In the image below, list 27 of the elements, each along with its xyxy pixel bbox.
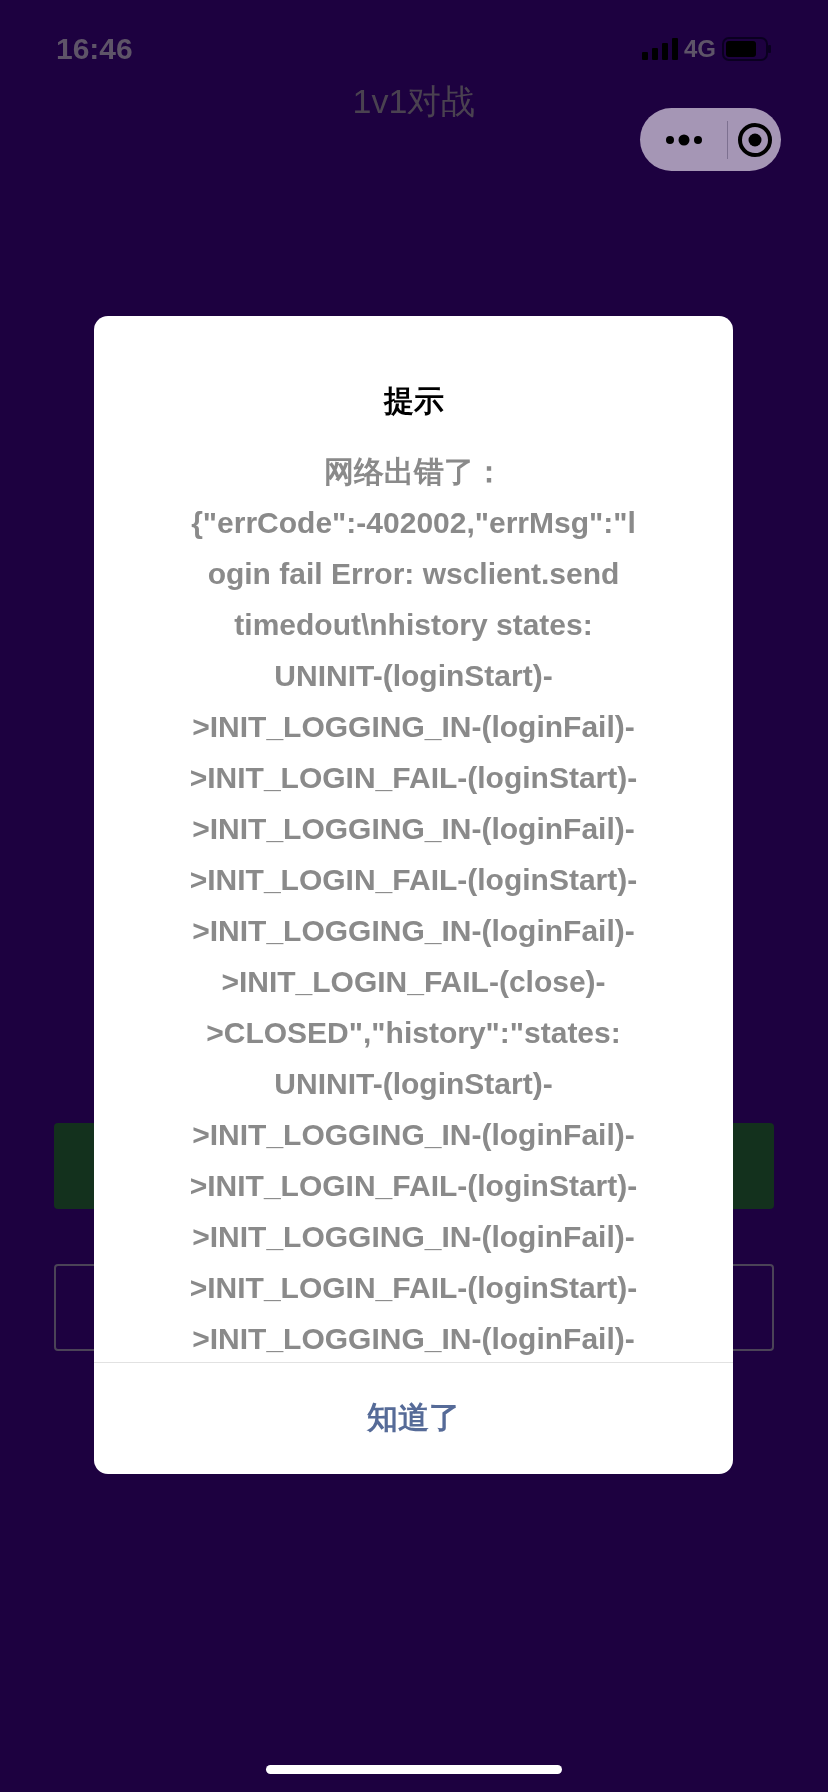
message-line: UNINIT-(loginStart)-: [274, 1066, 553, 1102]
message-line: >INIT_LOGIN_FAIL-(close)-: [221, 964, 606, 1000]
close-target-icon[interactable]: [736, 121, 773, 158]
message-line: >INIT_LOGGING_IN-(loginFail)-: [192, 1321, 635, 1357]
status-time: 16:46: [56, 34, 133, 64]
battery-icon: [722, 37, 772, 61]
page-title: 1v1对战: [352, 84, 476, 118]
more-icon[interactable]: [664, 133, 703, 146]
network-label: 4G: [684, 37, 716, 61]
message-line: {"errCode":-402002,"errMsg":"l: [191, 505, 636, 541]
signal-icon: [642, 38, 678, 60]
message-line: >INIT_LOGIN_FAIL-(loginStart)-: [189, 760, 638, 796]
message-line: >INIT_LOGGING_IN-(loginFail)-: [192, 1219, 635, 1255]
message-line: >INIT_LOGGING_IN-(loginFail)-: [192, 1117, 635, 1153]
message-line: >CLOSED","history":"states:: [206, 1015, 621, 1051]
message-line: >INIT_LOGGING_IN-(loginFail)-: [192, 709, 635, 745]
message-line: UNINIT-(loginStart)-: [274, 658, 553, 694]
message-line: >INIT_LOGIN_FAIL-(loginStart)-: [189, 1270, 638, 1306]
message-line: >INIT_LOGGING_IN-(loginFail)-: [192, 913, 635, 949]
message-line: ogin fail Error: wsclient.send: [207, 556, 620, 592]
message-line: >INIT_LOGGING_IN-(loginFail)-: [192, 811, 635, 847]
message-line: >INIT_LOGIN_FAIL-(loginStart)-: [189, 862, 638, 898]
message-line: >INIT_LOGIN_FAIL-(loginStart)-: [189, 1168, 638, 1204]
dialog-title: 提示: [383, 386, 444, 416]
message-line: 网络出错了：: [323, 454, 504, 490]
message-line: timedout\nhistory states:: [234, 607, 593, 643]
confirm-button[interactable]: 知道了: [94, 1363, 733, 1474]
